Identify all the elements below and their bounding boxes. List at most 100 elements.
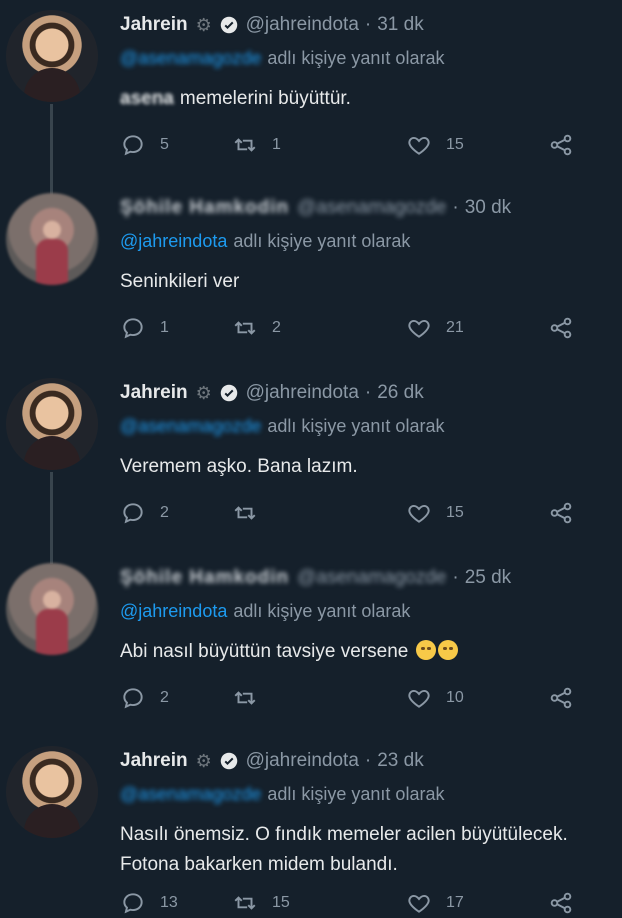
- reply-count: 2: [160, 504, 169, 521]
- retweet-button[interactable]: 2: [232, 315, 281, 341]
- like-count: 21: [446, 319, 464, 336]
- like-button[interactable]: 17: [406, 890, 464, 916]
- tweet-header: Jahrein ⚙ @jahreindota · 31 dk: [120, 14, 424, 36]
- reply-button[interactable]: 2: [120, 685, 169, 711]
- reply-button[interactable]: 5: [120, 132, 169, 158]
- retweet-button[interactable]: 1: [232, 132, 281, 158]
- tweet-text: Nasılı önemsiz. O fındık memeler acilen …: [120, 820, 568, 880]
- share-button[interactable]: [548, 315, 574, 341]
- author-handle[interactable]: @jahreindota: [246, 382, 359, 404]
- reply-button[interactable]: 2: [120, 500, 169, 526]
- retweet-button[interactable]: [232, 500, 272, 526]
- avatar[interactable]: [6, 10, 98, 102]
- retweet-button[interactable]: 15: [232, 890, 290, 916]
- tweet-header: Jahrein ⚙ @jahreindota · 23 dk: [120, 750, 424, 772]
- verified-icon: [220, 384, 237, 402]
- author-handle[interactable]: @asenamagozde: [297, 567, 446, 589]
- verified-icon: [220, 16, 237, 34]
- reply-context: @asenamagozde adlı kişiye yanıt olarak: [120, 416, 444, 437]
- separator-dot: ·: [452, 197, 459, 218]
- like-icon: [408, 894, 430, 913]
- reply-count: 1: [160, 319, 169, 336]
- author-handle[interactable]: @asenamagozde: [297, 197, 446, 219]
- tweet[interactable]: Şöhile Hamkodin @asenamagozde · 25 dk @j…: [0, 553, 622, 738]
- timestamp[interactable]: 23 dk: [377, 750, 423, 772]
- like-icon: [408, 689, 430, 708]
- tweet[interactable]: Jahrein ⚙ @jahreindota · 26 dk @asenamag…: [0, 368, 622, 553]
- verified-icon: [220, 752, 237, 770]
- timestamp[interactable]: 26 dk: [377, 382, 423, 404]
- like-count: 17: [446, 894, 464, 911]
- mention-link[interactable]: @jahreindota: [120, 601, 227, 621]
- tweet-text-line: Fotona bakarken midem bulandı.: [120, 854, 398, 875]
- reply-button[interactable]: 1: [120, 315, 169, 341]
- reply-context: @jahreindota adlı kişiye yanıt olarak: [120, 601, 410, 622]
- avatar[interactable]: [6, 563, 98, 655]
- timestamp[interactable]: 25 dk: [465, 567, 511, 589]
- mention-link[interactable]: @asenamagozde: [120, 416, 261, 436]
- like-count: 15: [446, 136, 464, 153]
- tweet-header: Jahrein ⚙ @jahreindota · 26 dk: [120, 382, 424, 404]
- share-button[interactable]: [548, 685, 574, 711]
- mention-link[interactable]: @asenamagozde: [120, 48, 261, 68]
- share-icon: [550, 134, 572, 156]
- action-bar: 1 2 21: [120, 313, 590, 343]
- reply-count: 2: [160, 689, 169, 706]
- reply-icon: [123, 893, 143, 914]
- tweet-text: Veremem aşko. Bana lazım.: [120, 456, 358, 477]
- avatar[interactable]: [6, 378, 98, 470]
- tweet[interactable]: Jahrein ⚙ @jahreindota · 31 dk @asenamag…: [0, 0, 622, 185]
- reply-context-label: adlı kişiye yanıt olarak: [267, 416, 445, 436]
- author-name[interactable]: Jahrein: [120, 14, 188, 36]
- reply-icon: [123, 688, 143, 709]
- reply-context: @jahreindota adlı kişiye yanıt olarak: [120, 231, 410, 252]
- reply-context: @asenamagozde adlı kişiye yanıt olarak: [120, 784, 444, 805]
- tweet[interactable]: Şöhile Hamkodin @asenamagozde · 30 dk @j…: [0, 183, 622, 368]
- separator-dot: ·: [364, 382, 372, 403]
- reply-context-label: adlı kişiye yanıt olarak: [233, 231, 411, 251]
- avatar[interactable]: [6, 193, 98, 285]
- separator-dot: ·: [452, 567, 459, 588]
- retweet-icon: [234, 138, 256, 152]
- author-handle[interactable]: @jahreindota: [246, 750, 359, 772]
- like-button[interactable]: 10: [406, 685, 464, 711]
- separator-dot: ·: [364, 750, 372, 771]
- share-icon: [550, 687, 572, 709]
- share-button[interactable]: [548, 132, 574, 158]
- tweet[interactable]: Jahrein ⚙ @jahreindota · 23 dk @asenamag…: [0, 736, 622, 917]
- like-button[interactable]: 21: [406, 315, 464, 341]
- like-icon: [408, 319, 430, 338]
- like-button[interactable]: 15: [406, 132, 464, 158]
- share-button[interactable]: [548, 890, 574, 916]
- censored-word: asena: [120, 88, 174, 109]
- share-button[interactable]: [548, 500, 574, 526]
- share-icon: [550, 317, 572, 339]
- retweet-button[interactable]: [232, 685, 272, 711]
- author-handle[interactable]: @jahreindota: [246, 14, 359, 36]
- reply-context-label: adlı kişiye yanıt olarak: [267, 48, 445, 68]
- tweet-header: Şöhile Hamkodin @asenamagozde · 30 dk: [120, 197, 511, 219]
- retweet-icon: [234, 506, 256, 520]
- author-name[interactable]: Şöhile Hamkodin: [120, 197, 289, 219]
- separator-dot: ·: [364, 14, 372, 35]
- reply-count: 13: [160, 894, 178, 911]
- reply-icon: [123, 135, 143, 156]
- timestamp[interactable]: 30 dk: [465, 197, 511, 219]
- reply-context-label: adlı kişiye yanıt olarak: [233, 601, 411, 621]
- author-name[interactable]: Jahrein: [120, 750, 188, 772]
- retweet-icon: [234, 691, 256, 705]
- reply-count: 5: [160, 136, 169, 153]
- retweet-icon: [234, 321, 256, 335]
- mention-link[interactable]: @asenamagozde: [120, 784, 261, 804]
- like-count: 10: [446, 689, 464, 706]
- like-button[interactable]: 15: [406, 500, 464, 526]
- tweet-text-body: memelerini büyüttür.: [179, 88, 351, 109]
- avatar[interactable]: [6, 746, 98, 838]
- timestamp[interactable]: 31 dk: [377, 14, 423, 36]
- like-icon: [408, 504, 430, 523]
- author-name[interactable]: Jahrein: [120, 382, 188, 404]
- reply-button[interactable]: 13: [120, 890, 178, 916]
- author-name[interactable]: Şöhile Hamkodin: [120, 567, 289, 589]
- mention-link[interactable]: @jahreindota: [120, 231, 227, 251]
- retweet-count: 15: [272, 894, 290, 911]
